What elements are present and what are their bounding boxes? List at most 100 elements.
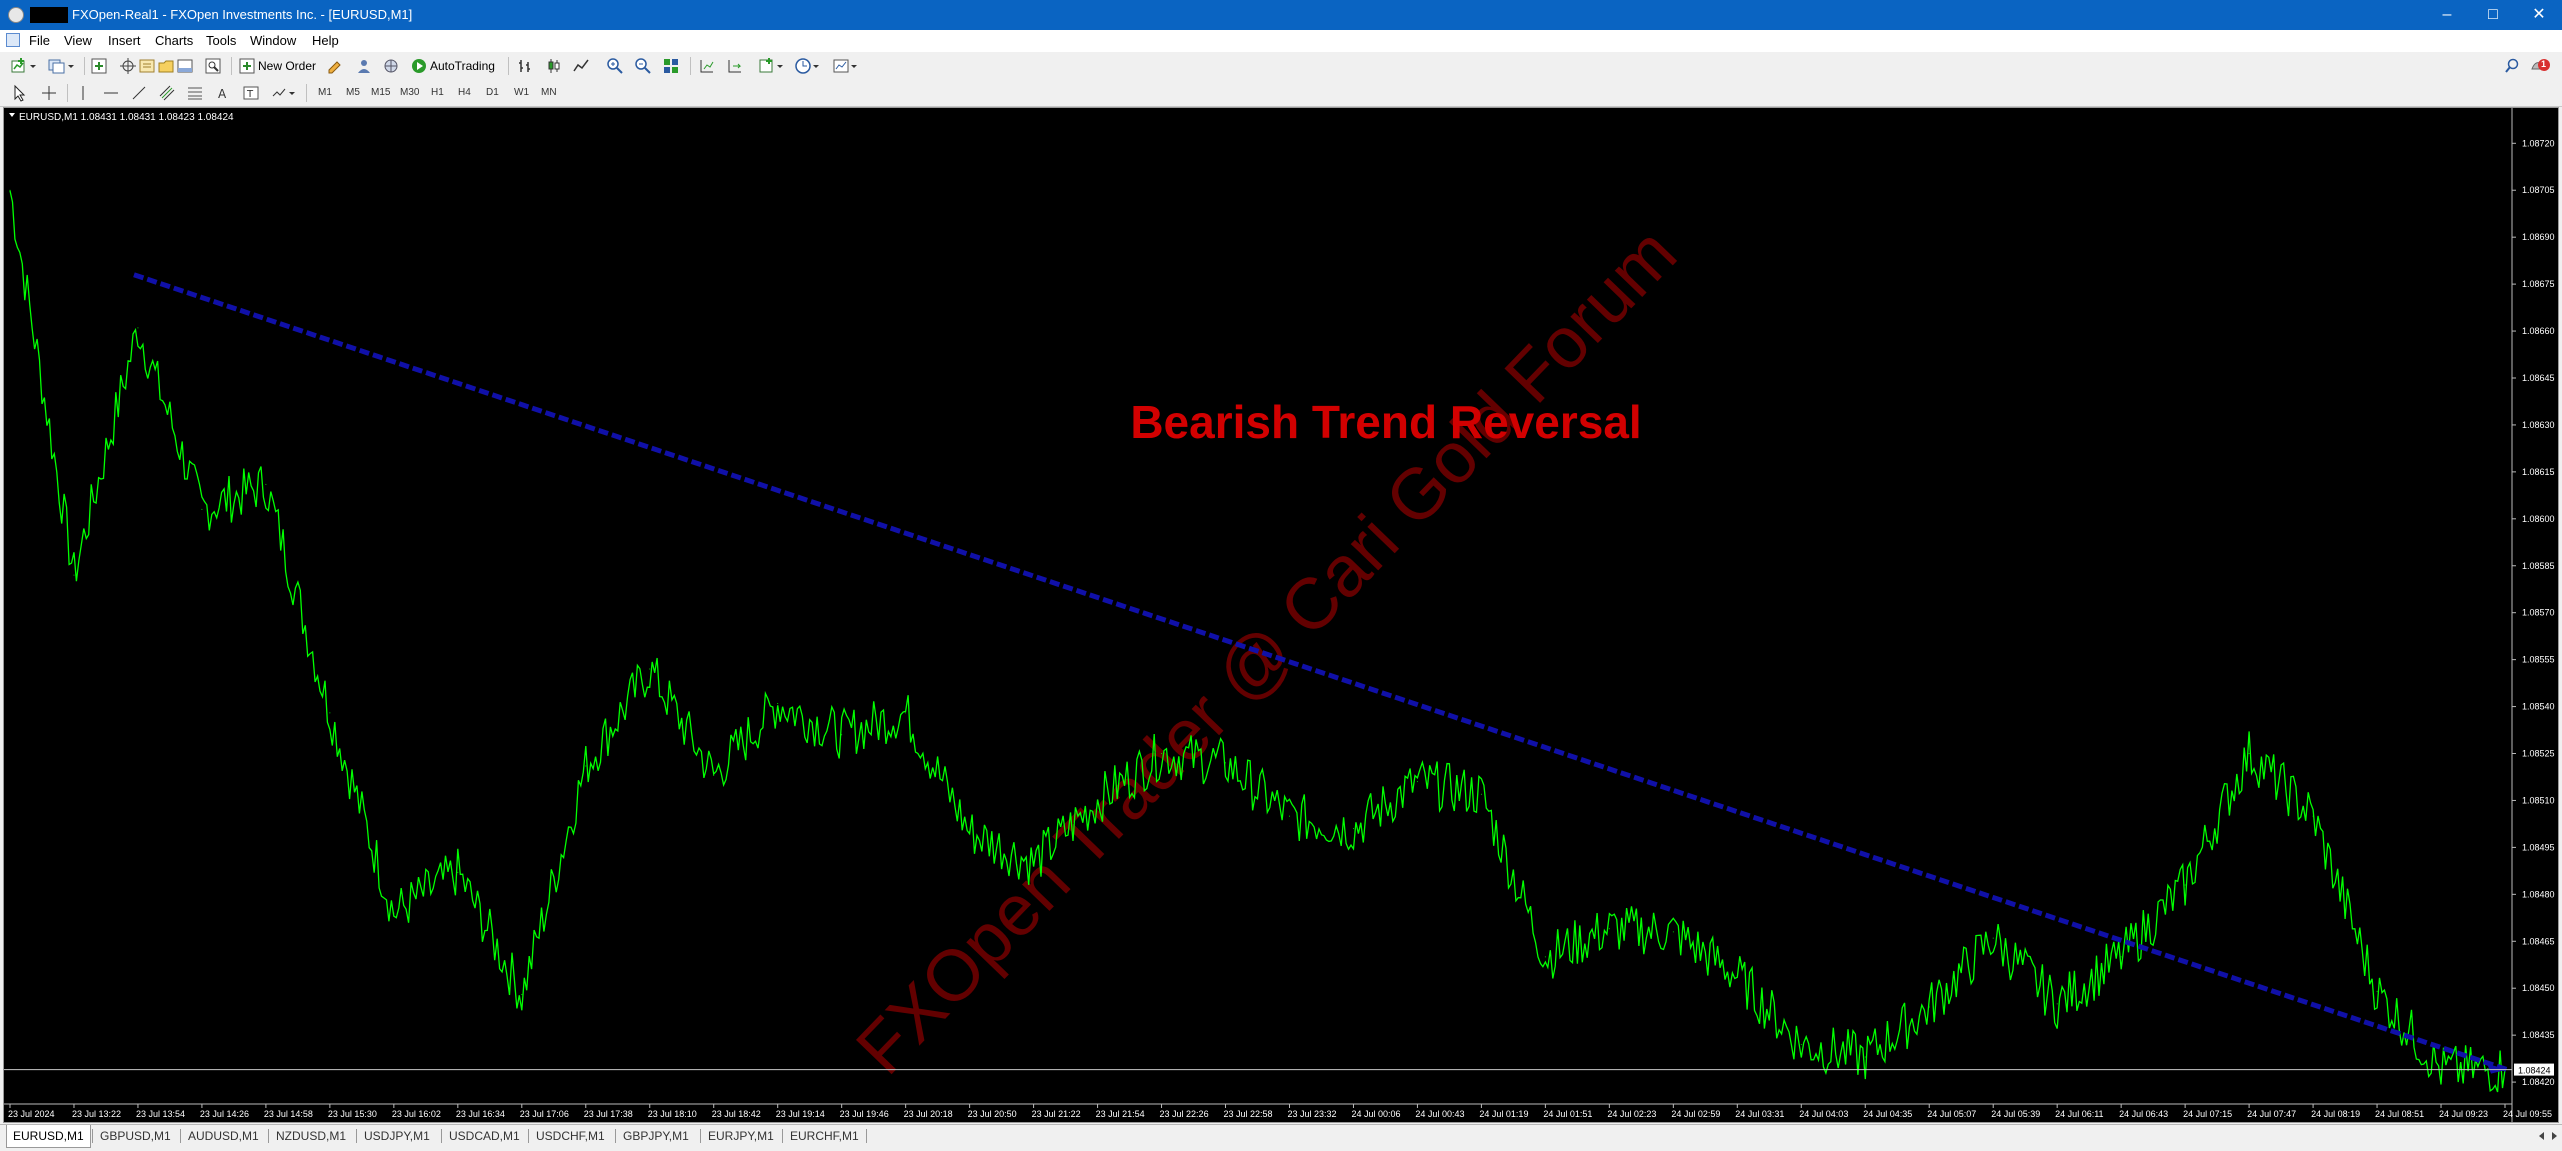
menu-insert[interactable]: Insert [108, 33, 141, 49]
menu-help[interactable]: Help [312, 33, 339, 49]
timeframe-m30[interactable]: M30 [400, 86, 419, 100]
price-tick-label: 1.08600 [2522, 514, 2555, 524]
new-order-icon[interactable] [238, 57, 256, 75]
chevron-down-icon[interactable] [776, 57, 784, 75]
alert-count-badge: 1 [2541, 59, 2547, 69]
auto-scroll-icon[interactable] [726, 57, 744, 75]
horizontal-line-icon[interactable] [102, 84, 120, 102]
tab-label: EURUSD,M1 [13, 1129, 84, 1143]
close-icon[interactable]: ✕ [2516, 0, 2562, 30]
new-order-button[interactable]: New Order [258, 57, 316, 75]
crosshair-icon[interactable] [119, 57, 137, 75]
timeframe-h1[interactable]: H1 [431, 86, 444, 100]
price-point [329, 712, 331, 714]
metaeditor-icon[interactable] [326, 57, 344, 75]
price-point [777, 702, 779, 704]
svg-text:T: T [246, 89, 254, 100]
tab-label: EURCHF,M1 [790, 1129, 859, 1143]
tab-eurusd-m1[interactable]: EURUSD,M1 [6, 1125, 91, 1148]
tab-audusd-m1[interactable]: AUDUSD,M1 [182, 1125, 265, 1147]
tab-eurchf-m1[interactable]: EURCHF,M1 [784, 1125, 865, 1147]
tab-label: EURJPY,M1 [708, 1129, 774, 1143]
timeframe-w1[interactable]: W1 [514, 86, 529, 100]
periods-icon[interactable] [794, 57, 812, 75]
time-tick-label: 24 Jul 02:23 [1607, 1109, 1656, 1119]
timeframe-m15[interactable]: M15 [371, 86, 390, 100]
timeframe-m1[interactable]: M1 [318, 86, 332, 100]
tab-usdjpy-m1[interactable]: USDJPY,M1 [358, 1125, 436, 1147]
line-chart-icon[interactable] [572, 57, 590, 75]
autotrading-icon[interactable] [410, 57, 428, 75]
chevron-down-icon[interactable] [288, 84, 296, 102]
timeframe-h4[interactable]: H4 [458, 86, 471, 100]
arrows-icon[interactable] [270, 84, 288, 102]
equidistant-channel-icon[interactable] [158, 84, 176, 102]
menu-window[interactable]: Window [250, 33, 296, 49]
tab-usdcad-m1[interactable]: USDCAD,M1 [443, 1125, 526, 1147]
terminal-icon[interactable] [176, 57, 194, 75]
zoom-in-icon[interactable] [606, 57, 624, 75]
maximize-icon[interactable]: □ [2470, 0, 2516, 30]
tab-separator [528, 1129, 529, 1143]
timeframe-mn[interactable]: MN [541, 86, 557, 100]
market-icon[interactable] [382, 57, 400, 75]
new-chart-icon[interactable] [10, 57, 28, 75]
timeframe-d1[interactable]: D1 [486, 86, 499, 100]
search-icon[interactable] [2503, 57, 2521, 75]
indicators-icon[interactable] [758, 57, 776, 75]
chevron-down-icon[interactable] [67, 57, 75, 75]
tile-windows-icon[interactable] [662, 57, 680, 75]
app-icon[interactable] [8, 7, 24, 23]
trendline-icon[interactable] [130, 84, 148, 102]
time-tick-label: 23 Jul 20:18 [904, 1109, 953, 1119]
symbol-tabs: EURUSD,M1 GBPUSD,M1 AUDUSD,M1 NZDUSD,M1 … [0, 1124, 2562, 1151]
navigator-icon[interactable] [157, 57, 175, 75]
signals-icon[interactable] [355, 57, 373, 75]
profiles-icon[interactable] [48, 57, 66, 75]
time-tick-label: 23 Jul 16:34 [456, 1109, 505, 1119]
menu-view[interactable]: View [64, 33, 92, 49]
price-tick-label: 1.08465 [2522, 936, 2555, 946]
price-tick-label: 1.08630 [2522, 420, 2555, 430]
candlestick-icon[interactable] [545, 57, 563, 75]
fibonacci-icon[interactable] [186, 84, 204, 102]
tab-gbpusd-m1[interactable]: GBPUSD,M1 [94, 1125, 177, 1147]
chart-window-icon[interactable] [6, 33, 20, 47]
zoom-out-icon[interactable] [634, 57, 652, 75]
tab-usdchf-m1[interactable]: USDCHF,M1 [530, 1125, 611, 1147]
scroll-right-icon[interactable] [2548, 1130, 2560, 1142]
minimize-icon[interactable]: – [2424, 0, 2470, 30]
chevron-down-icon[interactable] [29, 57, 37, 75]
price-chart[interactable]: 1.08720 1.08705 1.08690 1.08675 1.08660 1.086… [4, 108, 2558, 1122]
cursor-icon[interactable] [11, 84, 29, 102]
autotrading-button[interactable]: AutoTrading [430, 57, 495, 75]
tab-eurjpy-m1[interactable]: EURJPY,M1 [702, 1125, 780, 1147]
tab-nzdusd-m1[interactable]: NZDUSD,M1 [270, 1125, 352, 1147]
scroll-left-icon[interactable] [2536, 1130, 2548, 1142]
menu-tools[interactable]: Tools [206, 33, 236, 49]
chevron-down-icon[interactable] [812, 57, 820, 75]
bearish-trend-line[interactable] [133, 272, 2508, 1072]
text-icon[interactable]: A [214, 84, 232, 102]
menu-charts[interactable]: Charts [155, 33, 193, 49]
price-point [2312, 815, 2314, 817]
chart-shift-icon[interactable] [698, 57, 716, 75]
menu-file[interactable]: File [29, 33, 50, 49]
toolbar-separator [67, 84, 68, 102]
crosshair-tool-icon[interactable] [40, 84, 58, 102]
price-point [1992, 937, 1994, 939]
bar-chart-icon[interactable] [516, 57, 534, 75]
data-window-icon[interactable] [138, 57, 156, 75]
time-tick-label: 24 Jul 05:07 [1927, 1109, 1976, 1119]
notifications-icon[interactable]: 1 [2530, 57, 2550, 75]
tab-gbpjpy-m1[interactable]: GBPJPY,M1 [617, 1125, 695, 1147]
templates-icon[interactable] [832, 57, 850, 75]
timeframe-m5[interactable]: M5 [346, 86, 360, 100]
vertical-line-icon[interactable] [74, 84, 92, 102]
chevron-down-icon[interactable] [850, 57, 858, 75]
chart-menu-triangle-icon[interactable] [9, 113, 15, 117]
strategy-tester-icon[interactable] [204, 57, 222, 75]
text-label-icon[interactable]: T [242, 84, 260, 102]
chart-window[interactable]: 1.08720 1.08705 1.08690 1.08675 1.08660 1.086… [3, 107, 2559, 1123]
market-watch-icon[interactable] [90, 57, 108, 75]
